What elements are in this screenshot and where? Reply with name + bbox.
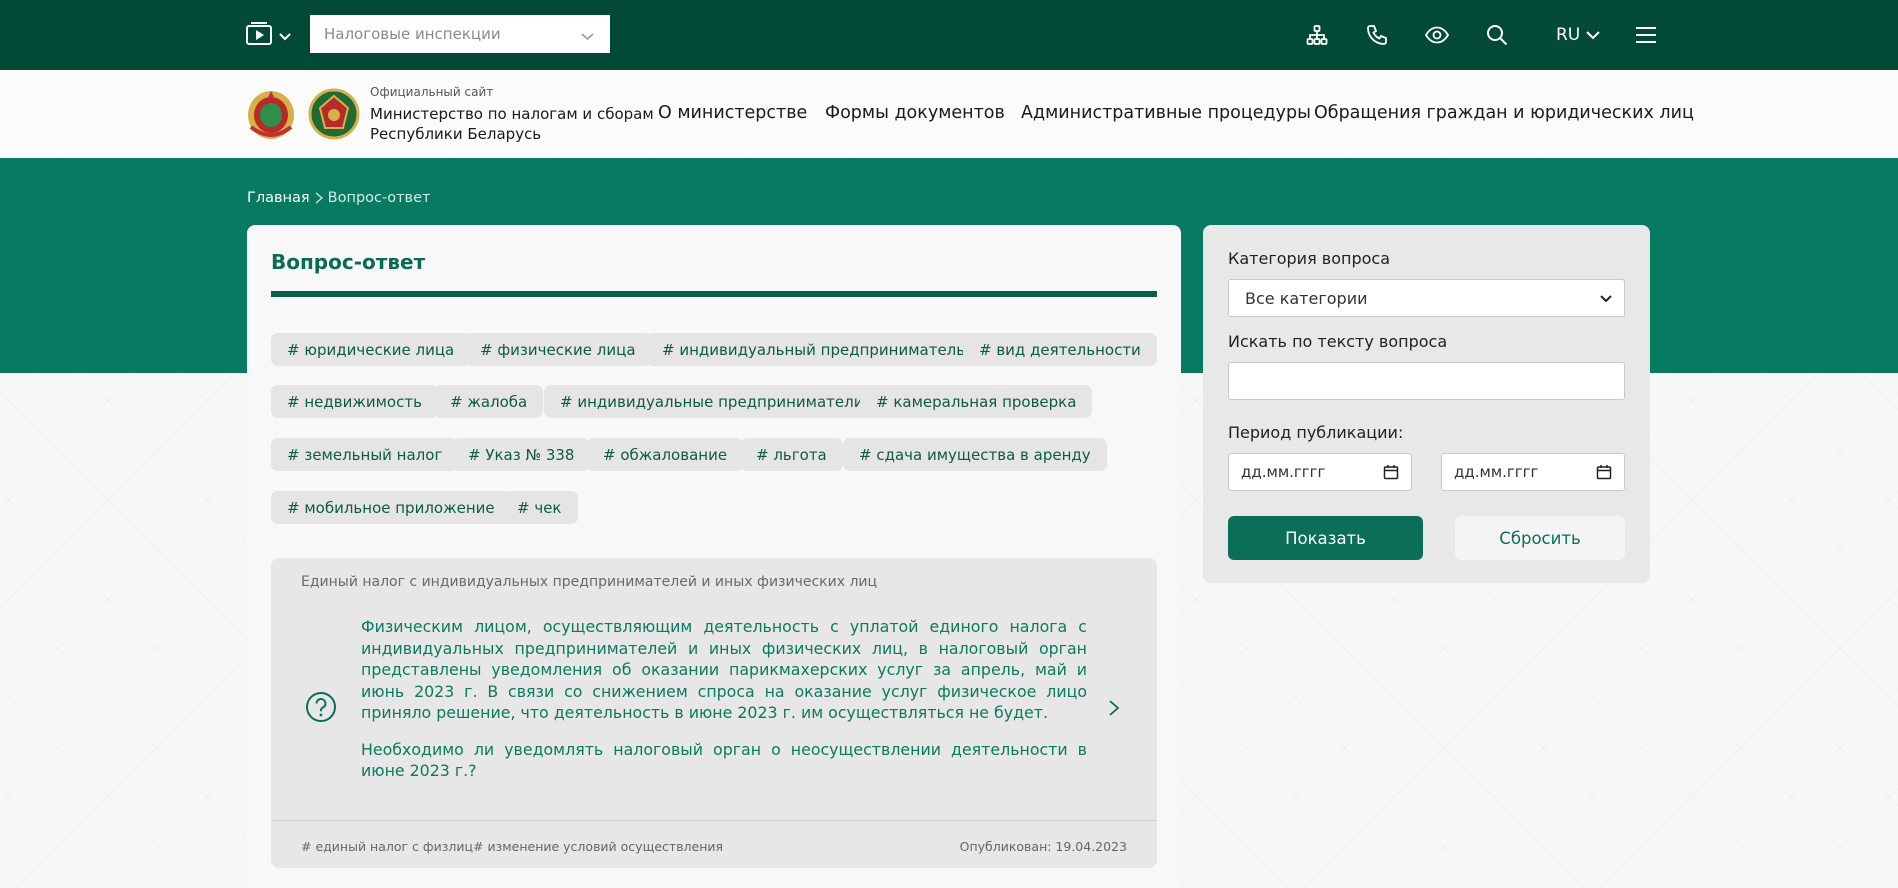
language-switch[interactable]: RU <box>1556 22 1600 48</box>
nav-citizen-appeals[interactable]: Обращения граждан и юридических лиц <box>1314 103 1694 123</box>
qa-item[interactable]: Единый налог с индивидуальных предприним… <box>271 558 1157 868</box>
tag-item[interactable]: # недвижимость <box>271 385 438 418</box>
tax-inspections-select-label: Налоговые инспекции <box>324 25 501 43</box>
tag-item[interactable]: # земельный налог <box>271 438 459 471</box>
phone-icon[interactable] <box>1362 20 1392 50</box>
chevron-down-icon <box>1600 289 1612 308</box>
site-caption: Официальный сайт <box>370 85 494 99</box>
breadcrumb: Главная Вопрос-ответ <box>247 190 430 206</box>
date-from-field[interactable]: дд.мм.гггг <box>1228 453 1412 491</box>
menu-icon[interactable] <box>1631 20 1661 50</box>
site-name[interactable]: Министерство по налогам и сборам Республ… <box>370 104 654 144</box>
category-label: Категория вопроса <box>1228 249 1391 268</box>
category-select[interactable]: Все категории <box>1228 279 1625 317</box>
date-to-placeholder: дд.мм.гггг <box>1454 463 1539 481</box>
tag-item[interactable]: # Указ № 338 <box>452 438 591 471</box>
category-select-value: Все категории <box>1245 288 1368 308</box>
filter-panel: Категория вопроса Все категории Искать п… <box>1203 225 1650 583</box>
tag-item[interactable]: # жалоба <box>434 385 544 418</box>
show-button[interactable]: Показать <box>1228 516 1423 560</box>
breadcrumb-current: Вопрос-ответ <box>327 190 431 206</box>
chevron-down-icon <box>279 28 291 41</box>
tag-item[interactable]: # вид деятельности <box>963 333 1157 366</box>
top-bar: Налоговые инспекции RU <box>0 0 1898 70</box>
tag-item[interactable]: # физические лица <box>464 333 652 366</box>
ministry-emblem-icon[interactable] <box>308 87 360 141</box>
calendar-icon[interactable] <box>1596 464 1612 480</box>
tag-item[interactable]: # чек <box>501 491 578 524</box>
qa-question-paragraph: Необходимо ли уведомлять налоговый орган… <box>361 739 1087 781</box>
tag-item[interactable]: # льгота <box>740 438 843 471</box>
breadcrumb-home[interactable]: Главная <box>247 190 310 206</box>
tag-item[interactable]: # индивидуальные предприниматели <box>544 385 880 418</box>
qa-tag[interactable]: # изменение условий осуществления <box>473 839 723 854</box>
date-from-placeholder: дд.мм.гггг <box>1241 463 1326 481</box>
language-label: RU <box>1556 25 1581 45</box>
site-name-line-1: Министерство по налогам и сборам <box>370 105 654 123</box>
tag-item[interactable]: # мобильное приложение <box>271 491 511 524</box>
tag-item[interactable]: # обжалование <box>587 438 744 471</box>
qa-published-date: Опубликован: 19.04.2023 <box>959 839 1127 854</box>
video-play-icon <box>245 20 273 48</box>
qa-category: Единый налог с индивидуальных предприним… <box>301 574 878 590</box>
period-label: Период публикации: <box>1228 423 1404 442</box>
date-to-field[interactable]: дд.мм.гггг <box>1441 453 1625 491</box>
nav-administrative-procedures[interactable]: Административные процедуры <box>1021 103 1311 123</box>
chevron-right-icon <box>314 192 324 204</box>
tag-item[interactable]: # индивидуальный предприниматель <box>646 333 982 366</box>
chevron-down-icon <box>1586 26 1600 45</box>
qa-divider <box>271 820 1157 821</box>
qa-question-text[interactable]: Физическим лицом, осуществляющим деятель… <box>361 616 1087 782</box>
page-title: Вопрос-ответ <box>271 250 426 274</box>
title-underline <box>271 291 1157 297</box>
eye-icon[interactable] <box>1422 20 1452 50</box>
tag-item[interactable]: # сдача имущества в аренду <box>843 438 1107 471</box>
reset-button[interactable]: Сбросить <box>1455 516 1625 560</box>
chevron-down-icon <box>581 28 594 41</box>
sitemap-icon[interactable] <box>1302 20 1332 50</box>
video-menu-button[interactable] <box>245 20 295 48</box>
tag-item[interactable]: # камеральная проверка <box>860 385 1093 418</box>
qa-question-paragraph: Физическим лицом, осуществляющим деятель… <box>361 617 1087 722</box>
calendar-icon[interactable] <box>1383 464 1399 480</box>
qa-main-card: Вопрос-ответ # юридические лица # физиче… <box>247 225 1181 888</box>
search-label: Искать по тексту вопроса <box>1228 332 1448 351</box>
state-emblem-icon[interactable] <box>245 87 297 141</box>
qa-tag[interactable]: # единый налог с физлиц <box>301 839 473 854</box>
nav-document-forms[interactable]: Формы документов <box>825 103 1005 123</box>
nav-about-ministry[interactable]: О министерстве <box>658 103 807 123</box>
search-icon[interactable] <box>1482 20 1512 50</box>
tag-item[interactable]: # юридические лица <box>271 333 471 366</box>
search-input[interactable] <box>1228 362 1625 400</box>
chevron-right-icon[interactable] <box>1107 698 1121 718</box>
question-icon <box>305 691 337 723</box>
site-name-line-2: Республики Беларусь <box>370 125 542 143</box>
tax-inspections-select[interactable]: Налоговые инспекции <box>310 15 610 53</box>
